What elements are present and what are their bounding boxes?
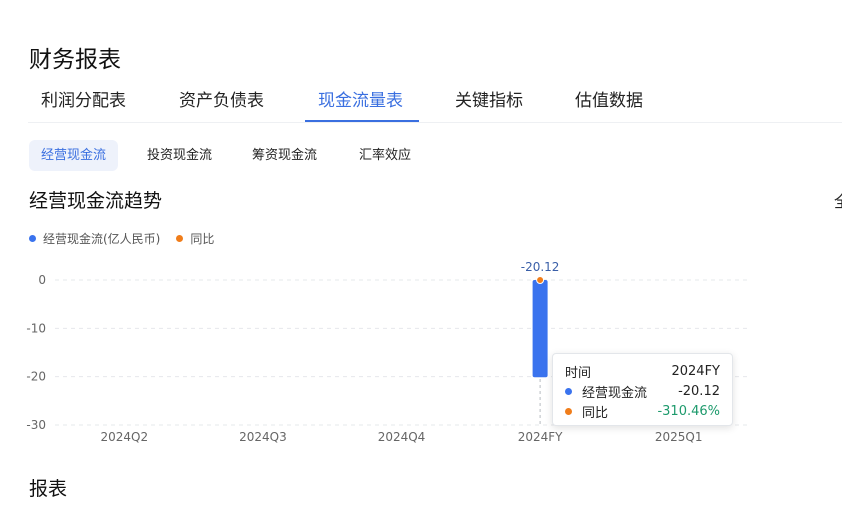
tooltip-row-label: 同比 (582, 405, 609, 421)
all-range-option[interactable]: 全 (834, 188, 842, 212)
x-tick-label: 2025Q1 (655, 430, 703, 444)
chart-tooltip: 时间 2024FY 经营现金流 -20.12 同比 -310.46% (552, 353, 733, 426)
x-tick-label: 2024FY (518, 430, 563, 444)
legend-label: 同比 (190, 232, 215, 246)
yoy-point (536, 276, 545, 284)
tab-balance-sheet[interactable]: 资产负债表 (179, 86, 264, 111)
tab-valuation[interactable]: 估值数据 (575, 86, 643, 111)
tooltip-header-value: 2024FY (671, 363, 720, 379)
y-tick-label: 0 (38, 273, 46, 287)
tooltip-dot-icon (565, 387, 572, 395)
y-tick-label: -10 (26, 321, 46, 335)
tooltip-row-operating-cash-flow: 经营现金流 -20.12 (565, 382, 720, 401)
y-tick-label: -30 (26, 418, 46, 432)
tooltip-row-yoy: 同比 -310.46% (565, 402, 720, 421)
subtab-operating-cash-flow[interactable]: 经营现金流 (29, 140, 119, 171)
tooltip-row-label: 经营现金流 (582, 385, 648, 401)
section-title: 经营现金流趋势 (29, 190, 163, 212)
y-tick-label: -20 (26, 370, 46, 384)
tooltip-row-value: -310.46% (657, 403, 720, 419)
tooltip-row-value: -20.12 (678, 383, 720, 399)
legend-label: 经营现金流(亿人民币) (43, 232, 161, 246)
x-tick-label: 2024Q3 (239, 430, 287, 444)
report-section-title: 报表 (29, 478, 68, 500)
bar-data-label: -20.12 (521, 260, 560, 274)
legend-item-yoy[interactable]: 同比 (176, 230, 214, 247)
page-title: 财务报表 (29, 47, 121, 73)
legend-dot-icon (29, 235, 36, 242)
subtab-financing-cash-flow[interactable]: 筹资现金流 (240, 140, 329, 171)
legend-item-operating-cash-flow[interactable]: 经营现金流(亿人民币) (29, 230, 160, 247)
tooltip-header-label: 时间 (565, 365, 592, 381)
tab-key-metrics[interactable]: 关键指标 (455, 86, 523, 111)
bar (532, 280, 548, 378)
tooltip-dot-icon (565, 407, 572, 415)
x-tick-label: 2024Q2 (100, 430, 148, 444)
subtab-fx-effect[interactable]: 汇率效应 (347, 140, 423, 171)
active-tab-indicator (305, 120, 419, 122)
main-tab-bar: 利润分配表 资产负债表 现金流量表 关键指标 估值数据 (28, 78, 842, 123)
legend-dot-icon (176, 235, 184, 242)
subtab-investing-cash-flow[interactable]: 投资现金流 (135, 140, 224, 171)
tooltip-header-row: 时间 2024FY (565, 362, 720, 381)
tab-cash-flow[interactable]: 现金流量表 (318, 86, 403, 111)
tab-profit-distribution[interactable]: 利润分配表 (41, 86, 126, 111)
chart-legend: 经营现金流(亿人民币) 同比 (29, 230, 230, 247)
x-tick-label: 2024Q4 (378, 430, 426, 444)
